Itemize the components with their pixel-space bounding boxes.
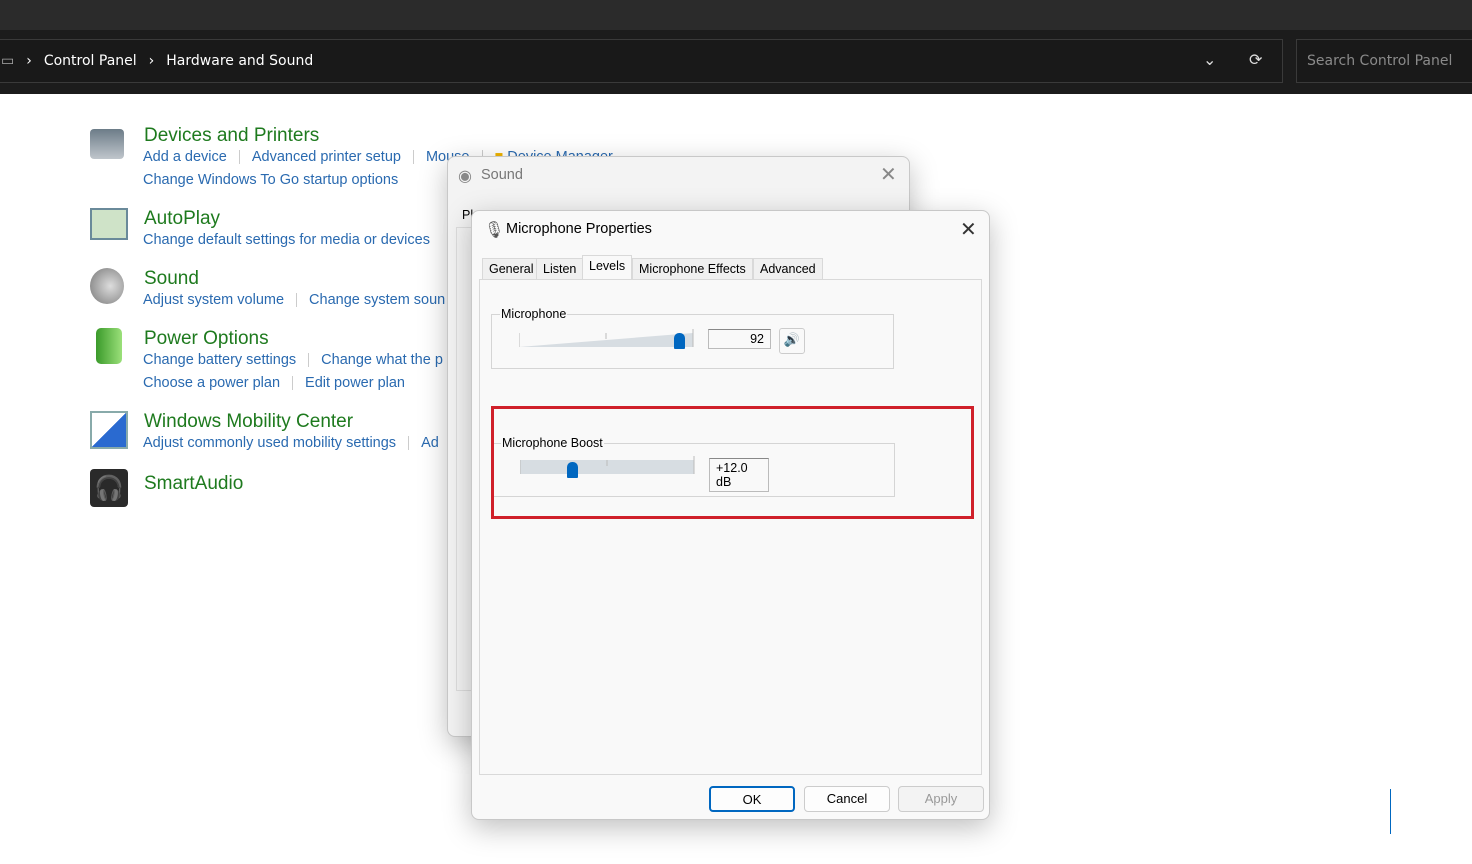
link-add-device[interactable]: Add a device — [143, 149, 227, 165]
address-bar[interactable]: ▭ › Control Panel › Hardware and Sound ⌄… — [0, 39, 1283, 83]
microphone-properties-dialog: 🎙 Microphone Properties ✕ General Listen… — [471, 210, 990, 820]
ok-button[interactable]: OK — [709, 786, 795, 812]
battery-icon — [96, 328, 122, 364]
tab-general[interactable]: General — [482, 258, 541, 280]
link-adjust-volume[interactable]: Adjust system volume — [143, 292, 284, 308]
printer-icon — [90, 129, 124, 159]
text-cursor — [1390, 789, 1391, 834]
chevron-down-icon[interactable]: ⌄ — [1203, 50, 1216, 69]
breadcrumb-control-panel[interactable]: Control Panel — [44, 53, 137, 69]
highlight-box — [491, 406, 974, 519]
link-advanced-printer-setup[interactable]: Advanced printer setup — [252, 149, 401, 165]
microphone-slider-track[interactable] — [519, 329, 695, 349]
category-title[interactable]: Sound — [144, 268, 199, 290]
link-adjust-more[interactable]: Ad — [421, 435, 439, 451]
link-choose-power-plan[interactable]: Choose a power plan — [143, 375, 280, 391]
tab-strip: General Listen Levels Microphone Effects… — [480, 255, 980, 280]
category-title[interactable]: Devices and Printers — [144, 125, 319, 147]
dialog-title: Microphone Properties — [506, 221, 652, 237]
breadcrumb-hardware-and-sound[interactable]: Hardware and Sound — [166, 53, 313, 69]
link-mobility-settings[interactable]: Adjust commonly used mobility settings — [143, 435, 396, 451]
mobility-center-icon — [90, 411, 128, 449]
close-button[interactable]: ✕ — [960, 217, 977, 241]
link-battery-settings[interactable]: Change battery settings — [143, 352, 296, 368]
link-edit-power-plan[interactable]: Edit power plan — [305, 375, 405, 391]
sound-dialog-title: Sound — [481, 167, 523, 183]
cancel-button[interactable]: Cancel — [804, 786, 890, 812]
category-title[interactable]: SmartAudio — [144, 473, 243, 495]
apply-button[interactable]: Apply — [898, 786, 984, 812]
autoplay-icon — [90, 208, 128, 240]
chevron-right-icon: › — [148, 53, 155, 69]
microphone-icon: 🎙 — [484, 220, 505, 239]
link-windows-to-go[interactable]: Change Windows To Go startup options — [143, 172, 398, 188]
title-bar — [0, 0, 1472, 30]
category-title[interactable]: Windows Mobility Center — [144, 411, 353, 433]
category-title[interactable]: Power Options — [144, 328, 269, 350]
tab-advanced[interactable]: Advanced — [753, 258, 823, 280]
control-panel-icon: ▭ — [1, 53, 15, 69]
link-autoplay-defaults[interactable]: Change default settings for media or dev… — [143, 232, 430, 248]
category-title[interactable]: AutoPlay — [144, 208, 220, 230]
refresh-icon[interactable]: ⟳ — [1249, 50, 1262, 69]
link-power-buttons[interactable]: Change what the p — [321, 352, 443, 368]
close-icon[interactable]: ✕ — [880, 162, 897, 186]
microphone-group: Microphone 92 🔊 — [491, 307, 894, 369]
microphone-level-value[interactable]: 92 — [708, 329, 771, 349]
link-change-system-sounds[interactable]: Change system soun — [309, 292, 445, 308]
headphones-icon: 🎧 — [90, 469, 128, 507]
tab-levels[interactable]: Levels — [582, 255, 633, 280]
levels-panel: Microphone 92 🔊 Microphone Boost +12.0 d… — [479, 279, 982, 775]
tab-microphone-effects[interactable]: Microphone Effects — [632, 258, 753, 280]
chevron-right-icon: › — [26, 53, 32, 69]
microphone-label: Microphone — [500, 307, 568, 321]
mute-speaker-button[interactable]: 🔊 — [779, 328, 805, 354]
speaker-icon — [90, 268, 124, 304]
microphone-slider-thumb[interactable] — [674, 333, 686, 349]
speaker-icon: ◉ — [458, 166, 472, 185]
tab-listen[interactable]: Listen — [536, 258, 584, 280]
search-input[interactable]: Search Control Panel — [1296, 39, 1472, 83]
